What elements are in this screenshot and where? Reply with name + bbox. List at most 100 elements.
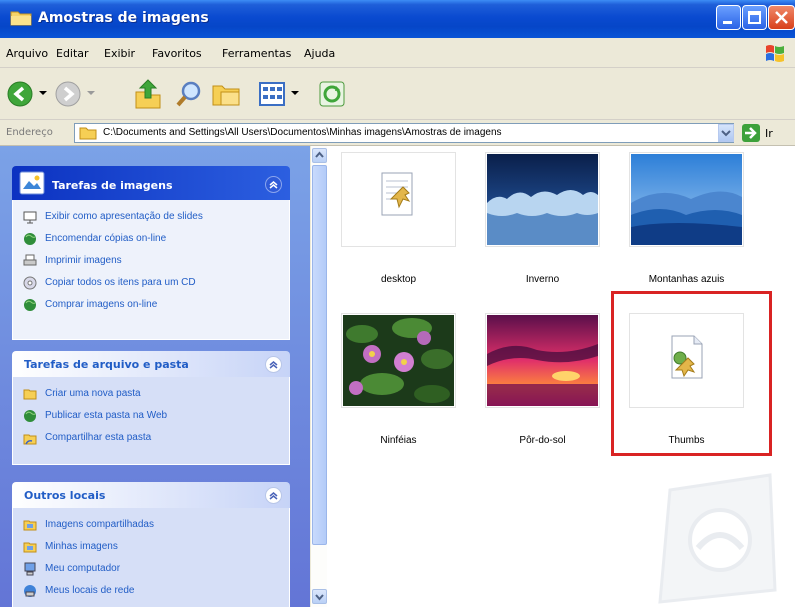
folder-icon — [23, 542, 37, 553]
scroll-thumb[interactable] — [312, 165, 327, 545]
up-folder-icon[interactable] — [134, 78, 162, 110]
place-network-label[interactable]: Meus locais de rede — [45, 585, 135, 596]
file-tasks-header[interactable]: Tarefas de arquivo e pasta — [12, 351, 290, 377]
new-folder-icon — [23, 389, 37, 400]
computer-icon — [24, 562, 36, 576]
menu-ferramentas[interactable]: Ferramentas — [222, 47, 291, 60]
search-icon[interactable] — [175, 80, 203, 108]
blue-hills-image — [631, 154, 742, 245]
collapse-button[interactable] — [265, 487, 282, 504]
selection-highlight — [611, 291, 772, 456]
task-share-folder[interactable]: Compartilhar esta pasta — [23, 429, 279, 451]
chevron-up-double-icon — [269, 181, 278, 189]
task-order-prints[interactable]: Encomendar cópias on-line — [23, 230, 279, 252]
scroll-up-button[interactable] — [312, 148, 327, 163]
address-value: C:\Documents and Settings\All Users\Docu… — [103, 127, 502, 138]
chevron-down-icon — [315, 594, 324, 601]
address-dropdown-button[interactable] — [718, 124, 734, 142]
sync-icon[interactable] — [318, 80, 346, 108]
share-icon — [23, 434, 37, 445]
place-my-pictures[interactable]: Minhas imagens — [23, 538, 279, 560]
views-dropdown-icon[interactable] — [290, 90, 300, 98]
menu-favoritos[interactable]: Favoritos — [152, 47, 202, 60]
menu-bar: Arquivo Editar Exibir Favoritos Ferramen… — [0, 38, 795, 68]
other-places-panel: Outros locais Imagens compartilhadas Min… — [12, 482, 290, 607]
task-slideshow[interactable]: Exibir como apresentação de slides — [23, 208, 279, 230]
task-buy-online[interactable]: Comprar imagens on-line — [23, 296, 279, 318]
picture-tasks-header[interactable]: Tarefas de imagens — [12, 166, 290, 200]
chevron-up-double-icon — [269, 492, 278, 500]
thumbnail-frame — [485, 313, 600, 408]
task-print-label[interactable]: Imprimir imagens — [45, 255, 122, 266]
task-publish-web[interactable]: Publicar esta pasta na Web — [23, 407, 279, 429]
pictures-icon — [19, 171, 45, 195]
water-lilies-image — [343, 315, 454, 406]
file-tasks-body: Criar uma nova pasta Publicar esta pasta… — [12, 377, 290, 465]
place-my-pictures-label[interactable]: Minhas imagens — [45, 541, 118, 552]
minimize-icon — [723, 21, 732, 24]
task-publish-web-label[interactable]: Publicar esta pasta na Web — [45, 410, 167, 421]
place-shared-pictures-label[interactable]: Imagens compartilhadas — [45, 519, 154, 530]
back-icon[interactable] — [6, 80, 34, 108]
address-bar: Endereço C:\Documents and Settings\All U… — [0, 120, 795, 146]
address-field[interactable]: C:\Documents and Settings\All Users\Docu… — [74, 123, 734, 143]
network-icon — [24, 585, 36, 597]
title-bar: Amostras de imagens — [0, 0, 795, 38]
other-places-title: Outros locais — [24, 489, 106, 502]
thumbnail-frame — [341, 313, 456, 408]
toolbar — [0, 68, 795, 120]
task-order-prints-label[interactable]: Encomendar cópias on-line — [45, 233, 166, 244]
folder-icon — [23, 520, 37, 531]
pictures-watermark-icon — [658, 473, 777, 604]
place-shared-pictures[interactable]: Imagens compartilhadas — [23, 516, 279, 538]
forward-icon[interactable] — [54, 80, 82, 108]
task-slideshow-label[interactable]: Exibir como apresentação de slides — [45, 211, 203, 222]
task-share-folder-label[interactable]: Compartilhar esta pasta — [45, 432, 151, 443]
slideshow-icon — [23, 211, 37, 224]
folders-icon[interactable] — [211, 80, 243, 108]
winter-image — [487, 154, 598, 245]
maximize-icon — [748, 11, 761, 24]
thumbnail-frame — [485, 152, 600, 247]
task-print[interactable]: Imprimir imagens — [23, 252, 279, 274]
menu-arquivo[interactable]: Arquivo — [6, 47, 48, 60]
task-copy-cd-label[interactable]: Copiar todos os itens para um CD — [45, 277, 196, 288]
task-new-folder[interactable]: Criar uma nova pasta — [23, 385, 279, 407]
menu-editar[interactable]: Editar — [56, 47, 89, 60]
task-new-folder-label[interactable]: Criar uma nova pasta — [45, 388, 141, 399]
go-button[interactable] — [742, 124, 760, 142]
task-pane-scrollbar[interactable] — [310, 146, 327, 607]
file-name: Ninféias — [380, 435, 417, 446]
cd-icon — [23, 276, 37, 290]
windows-logo-icon — [766, 45, 784, 62]
task-pane: Tarefas de imagens Exibir como apresenta… — [0, 146, 313, 607]
place-network[interactable]: Meus locais de rede — [23, 582, 279, 604]
close-icon — [775, 11, 788, 24]
thumbnail-frame — [341, 152, 456, 247]
back-dropdown-icon[interactable] — [38, 90, 48, 98]
other-places-body: Imagens compartilhadas Minhas imagens Me… — [12, 508, 290, 607]
file-name: desktop — [380, 274, 417, 285]
folder-icon — [10, 11, 32, 26]
place-my-computer-label[interactable]: Meu computador — [45, 563, 120, 574]
minimize-button[interactable] — [716, 5, 741, 30]
printer-icon — [23, 254, 37, 266]
collapse-button[interactable] — [265, 176, 282, 193]
collapse-button[interactable] — [265, 356, 282, 373]
other-places-header[interactable]: Outros locais — [12, 482, 290, 508]
picture-tasks-title: Tarefas de imagens — [52, 179, 173, 192]
maximize-button[interactable] — [742, 5, 767, 30]
forward-dropdown-icon[interactable] — [86, 90, 96, 98]
task-copy-cd[interactable]: Copiar todos os itens para um CD — [23, 274, 279, 296]
menu-exibir[interactable]: Exibir — [104, 47, 135, 60]
place-my-computer[interactable]: Meu computador — [23, 560, 279, 582]
file-tasks-title: Tarefas de arquivo e pasta — [24, 358, 189, 371]
task-buy-online-label[interactable]: Comprar imagens on-line — [45, 299, 157, 310]
menu-ajuda[interactable]: Ajuda — [304, 47, 335, 60]
scroll-down-button[interactable] — [312, 589, 327, 604]
close-button[interactable] — [768, 5, 795, 30]
views-icon[interactable] — [258, 80, 288, 108]
settings-file-icon — [381, 172, 413, 216]
go-label[interactable]: Ir — [765, 127, 773, 140]
thumbnail-frame — [629, 152, 744, 247]
